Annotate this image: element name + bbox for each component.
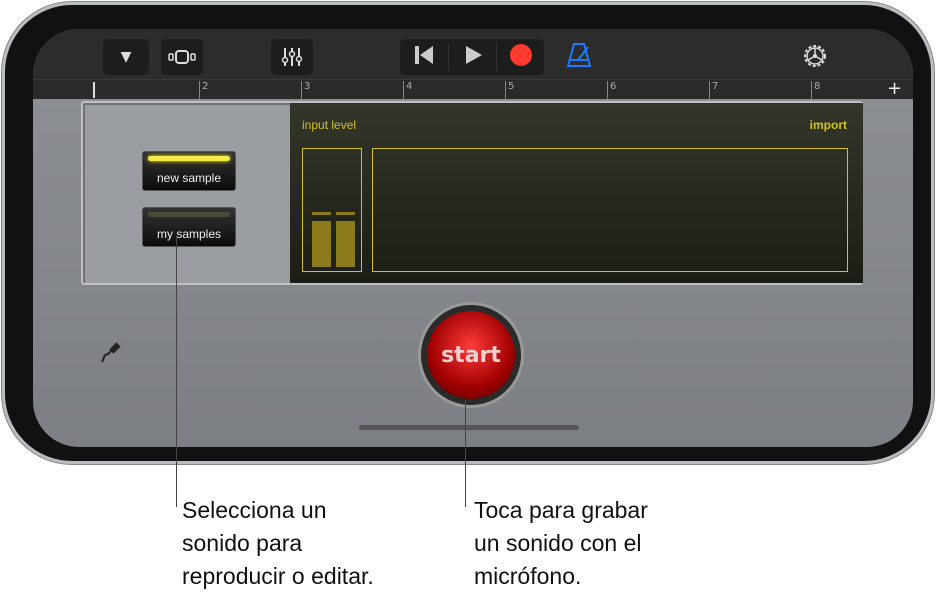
waveform-area [372,148,848,272]
ruler-mark: 3 [301,81,310,99]
control-bar: ▼ [33,29,913,79]
meter-bar-right [336,221,355,267]
rewind-icon [415,46,433,64]
phone-frame: ▼ 2 3 4 5 6 7 8 + new sample my samples … [2,2,934,464]
callout-record-sound: Toca para grabar un sonido con el micrófon… [474,497,648,589]
rewind-button[interactable] [400,44,448,70]
sampler-panel: new sample my samples input level import [81,101,863,285]
button-label: new sample [156,171,222,185]
play-button[interactable] [448,44,496,70]
inactive-led [148,212,230,217]
settings-gear-icon [804,45,826,67]
sample-display: input level import [290,103,863,283]
new-sample-button[interactable]: new sample [142,151,236,191]
tracks-view-button[interactable] [161,39,203,75]
metronome-button[interactable] [566,41,592,73]
my-samples-button[interactable]: my samples [142,207,236,247]
ruler-mark: 8 [811,81,820,99]
meter-bar-left [312,221,331,267]
timeline-ruler[interactable]: 2 3 4 5 6 7 8 + [33,78,913,99]
start-record-button[interactable]: start [421,305,521,405]
ruler-mark: 4 [403,81,412,99]
tracks-view-icon [168,50,196,64]
import-button[interactable]: import [810,118,847,132]
ruler-mark: 2 [199,81,208,99]
input-level-label: input level [302,118,357,132]
record-icon [509,44,532,66]
callout-line-right [465,400,466,507]
callout-line-left [176,237,177,507]
microphone-cable-icon [101,342,121,363]
settings-button[interactable] [801,42,829,74]
button-label: my samples [156,227,221,241]
input-settings-button[interactable] [99,339,125,369]
browser-button[interactable]: ▼ [103,39,149,75]
ruler-mark: 5 [505,81,514,99]
add-section-button[interactable]: + [887,78,902,99]
metronome-icon [566,43,592,67]
active-led [148,156,230,161]
play-icon [465,46,482,64]
input-level-meter [302,148,362,272]
record-button[interactable] [496,43,544,71]
callout-select-sound: Selecciona un sonido para reproducir o edi… [182,497,374,589]
screen: ▼ 2 3 4 5 6 7 8 + new sample my samples … [33,29,913,447]
home-indicator [359,425,579,430]
mixer-icon [281,48,303,66]
triangle-down-icon: ▼ [120,49,132,65]
sample-controls: new sample my samples [85,105,290,283]
transport-group [400,39,544,75]
mixer-button[interactable] [271,39,313,75]
ruler-mark: 7 [709,81,718,99]
playhead[interactable] [93,82,101,98]
ruler-mark: 6 [607,81,616,99]
